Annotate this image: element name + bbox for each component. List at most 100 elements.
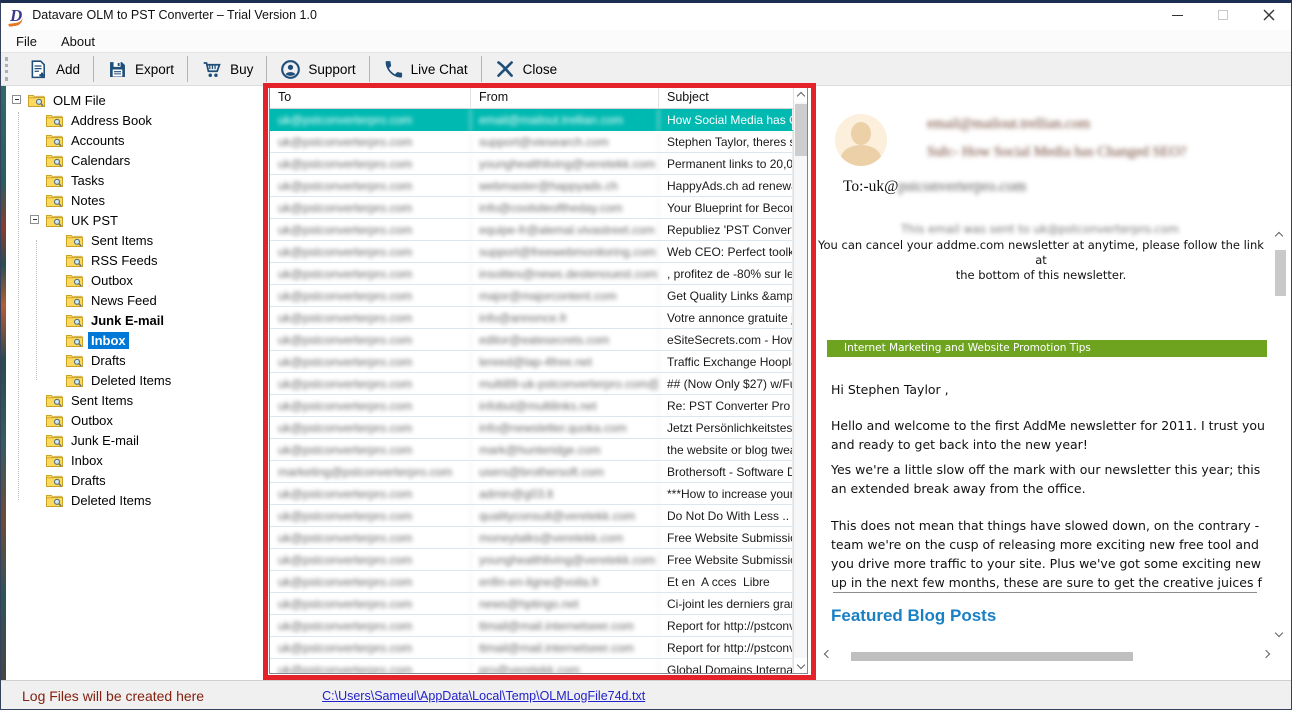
mail-row[interactable]: uk@pstconverterpro.comadmin@g03.lt***How… [270, 483, 793, 505]
tree-item-label: OLM File [50, 92, 109, 109]
chevron-up-icon[interactable] [1275, 232, 1283, 240]
scrollbar-thumb[interactable] [1275, 250, 1286, 296]
mail-row[interactable]: uk@pstconverterpro.commulti89-uk-pstconv… [270, 373, 793, 395]
chevron-up-icon [797, 92, 805, 100]
tree-item-outbox[interactable]: Outbox [6, 410, 269, 430]
close-button[interactable]: Close [482, 53, 571, 85]
mail-cell-subject: eSiteSecrets.com - How In [659, 329, 793, 350]
minimize-button[interactable] [1154, 0, 1200, 30]
column-header-subject[interactable]: Subject [659, 87, 807, 108]
tree-item-label: News Feed [88, 292, 160, 309]
support-button[interactable]: Support [267, 53, 368, 85]
mail-row[interactable]: uk@pstconverterpro.comsupport@freewebmon… [270, 241, 793, 263]
mail-row[interactable]: uk@pstconverterpro.comwebmaster@happyads… [270, 175, 793, 197]
preview-horizontal-scrollbar[interactable] [825, 648, 1269, 664]
title-bar[interactable]: D Datavare OLM to PST Converter – Trial … [0, 0, 1292, 30]
mail-cell-to: uk@pstconverterpro.com [270, 571, 471, 592]
tree-item-outbox[interactable]: Outbox [6, 270, 269, 290]
chevron-right-icon[interactable] [1262, 650, 1270, 658]
tree-item-inbox[interactable]: Inbox [6, 330, 269, 350]
scrollbar-thumb[interactable] [851, 652, 1133, 661]
scroll-up-button[interactable] [794, 87, 808, 102]
mail-row[interactable]: uk@pstconverterpro.cominfo@coolsiteofthe… [270, 197, 793, 219]
mail-row[interactable]: uk@pstconverterpro.comeditor@eatesecrets… [270, 329, 793, 351]
tree-item-drafts[interactable]: Drafts [6, 470, 269, 490]
mail-row[interactable]: uk@pstconverterpro.commoneytalks@veretek… [270, 527, 793, 549]
maximize-button[interactable] [1200, 0, 1246, 30]
mail-cell-from: qualityconsult@veretekk.com [471, 505, 659, 526]
mail-row[interactable]: uk@pstconverterpro.comemail@mailout.trel… [270, 109, 793, 131]
tree-item-junk-e-mail[interactable]: Junk E-mail [6, 430, 269, 450]
menu-about[interactable]: About [61, 34, 95, 49]
tree-expander-icon[interactable] [30, 215, 39, 224]
mail-cell-subject: Your Blueprint for Becomin [659, 197, 793, 218]
tree-item-sent-items[interactable]: Sent Items [6, 230, 269, 250]
chevron-left-icon[interactable] [824, 650, 832, 658]
preview-vertical-scrollbar[interactable] [1272, 226, 1289, 642]
menu-file[interactable]: File [16, 34, 37, 49]
chevron-down-icon[interactable] [1275, 629, 1283, 637]
mail-list-rows: uk@pstconverterpro.comemail@mailout.trel… [270, 109, 793, 674]
live-chat-button-label: Live Chat [411, 62, 468, 77]
tree-item-calendars[interactable]: Calendars [6, 150, 269, 170]
mail-row[interactable]: uk@pstconverterpro.commajor@majorcontent… [270, 285, 793, 307]
column-header-to[interactable]: To [270, 87, 471, 108]
tree-item-rss-feeds[interactable]: RSS Feeds [6, 250, 269, 270]
mail-cell-from: multi89-uk-pstconverterpro.com@ma [471, 373, 659, 394]
tree-item-accounts[interactable]: Accounts [6, 130, 269, 150]
folder-icon [66, 314, 83, 327]
folder-icon [66, 294, 83, 307]
close-window-button[interactable] [1246, 0, 1292, 30]
mail-row[interactable]: uk@pstconverterpro.comqualityconsult@ver… [270, 505, 793, 527]
mail-cell-subject: Free Website Submission [659, 527, 793, 548]
mail-row[interactable]: uk@pstconverterpro.comttmail@mail.intern… [270, 615, 793, 637]
add-button[interactable]: Add [15, 53, 93, 85]
mail-row[interactable]: uk@pstconverterpro.cominfo@newsletter.qu… [270, 417, 793, 439]
tree-item-label: Drafts [88, 352, 129, 369]
mail-row[interactable]: uk@pstconverterpro.compro@veretekk.comGl… [270, 659, 793, 674]
toolbar-grip[interactable] [5, 57, 8, 81]
tree-item-address-book[interactable]: Address Book [6, 110, 269, 130]
folder-icon [46, 494, 63, 507]
folder-icon [66, 374, 83, 387]
mail-row[interactable]: uk@pstconverterpro.comnews@hptingo.netCi… [270, 593, 793, 615]
mail-row[interactable]: uk@pstconverterpro.cominfo@annonce.frVot… [270, 307, 793, 329]
export-button[interactable]: Export [94, 53, 187, 85]
mail-row[interactable]: marketing@pstconverterpro.comusers@broth… [270, 461, 793, 483]
tree-item-tasks[interactable]: Tasks [6, 170, 269, 190]
mail-row[interactable]: uk@pstconverterpro.comttmail@mail.intern… [270, 637, 793, 659]
column-header-from[interactable]: From [471, 87, 659, 108]
mail-cell-to: uk@pstconverterpro.com [270, 109, 471, 130]
support-button-label: Support [308, 62, 355, 77]
close-x-icon [495, 59, 516, 80]
scrollbar-thumb[interactable] [795, 104, 807, 156]
mail-row[interactable]: uk@pstconverterpro.comenfin-en-ligne@voi… [270, 571, 793, 593]
mail-row[interactable]: uk@pstconverterpro.commark@hunteridge.co… [270, 439, 793, 461]
mail-list-scrollbar[interactable] [793, 87, 807, 673]
live-chat-button[interactable]: Live Chat [370, 53, 481, 85]
folder-icon [46, 194, 63, 207]
tree-item-label: Tasks [68, 172, 107, 189]
tree-item-uk-pst[interactable]: UK PST [6, 210, 269, 230]
tree-item-news-feed[interactable]: News Feed [6, 290, 269, 310]
close-button-label: Close [523, 62, 558, 77]
mail-row[interactable]: uk@pstconverterpro.comsupport@viesearch.… [270, 131, 793, 153]
tree-item-olm-file[interactable]: OLM File [6, 90, 269, 110]
log-file-path-link[interactable]: C:\Users\Sameul\AppData\Local\Temp\OLMLo… [322, 689, 645, 703]
tree-item-notes[interactable]: Notes [6, 190, 269, 210]
mail-row[interactable]: uk@pstconverterpro.comequipe-fr@alemal.v… [270, 219, 793, 241]
tree-item-deleted-items[interactable]: Deleted Items [6, 370, 269, 390]
tree-item-deleted-items[interactable]: Deleted Items [6, 490, 269, 510]
tree-item-drafts[interactable]: Drafts [6, 350, 269, 370]
scroll-down-button[interactable] [794, 658, 808, 673]
tree-item-sent-items[interactable]: Sent Items [6, 390, 269, 410]
tree-item-inbox[interactable]: Inbox [6, 450, 269, 470]
buy-button[interactable]: Buy [188, 53, 266, 85]
mail-row[interactable]: uk@pstconverterpro.cominsolites@news.des… [270, 263, 793, 285]
mail-row[interactable]: uk@pstconverterpro.comlereed@lap-4free.n… [270, 351, 793, 373]
mail-row[interactable]: uk@pstconverterpro.comyounghealthliving@… [270, 549, 793, 571]
mail-row[interactable]: uk@pstconverterpro.cominfobut@multilinks… [270, 395, 793, 417]
tree-expander-icon[interactable] [12, 95, 21, 104]
tree-item-junk-e-mail[interactable]: Junk E-mail [6, 310, 269, 330]
mail-row[interactable]: uk@pstconverterpro.comyounghealthliving@… [270, 153, 793, 175]
